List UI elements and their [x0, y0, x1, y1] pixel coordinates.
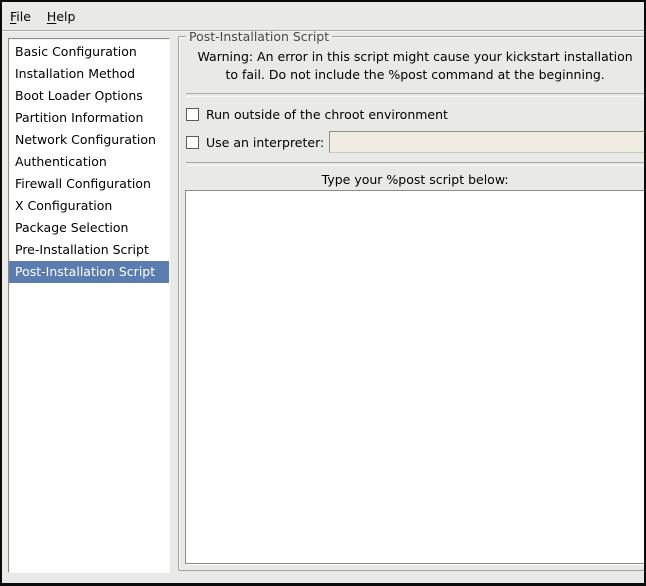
warning-line-2: to fail. Do not include the %post comman…: [185, 66, 645, 84]
interpreter-entry[interactable]: [329, 131, 645, 153]
sidebar-item-pre-installation-script[interactable]: Pre-Installation Script: [9, 239, 169, 261]
menu-help[interactable]: Help: [39, 4, 84, 29]
interpreter-checkbox-row[interactable]: Use an interpreter:: [186, 131, 645, 153]
frame-title: Post-Installation Script: [186, 29, 332, 44]
sidebar-item-post-installation-script[interactable]: Post-Installation Script: [9, 261, 169, 283]
menu-help-label: elp: [56, 9, 75, 24]
separator: [186, 162, 644, 166]
sidebar-list: Basic ConfigurationInstallation MethodBo…: [8, 38, 170, 573]
sidebar-item-installation-method[interactable]: Installation Method: [9, 63, 169, 85]
sidebar-item-authentication[interactable]: Authentication: [9, 151, 169, 173]
chroot-checkbox-label: Run outside of the chroot environment: [206, 107, 448, 122]
post-installation-frame: Post-Installation Script Warning: An err…: [178, 29, 646, 571]
sidebar-item-network-configuration[interactable]: Network Configuration: [9, 129, 169, 151]
menu-file[interactable]: File: [2, 4, 39, 29]
post-script-textarea[interactable]: [185, 190, 645, 564]
chroot-checkbox-row[interactable]: Run outside of the chroot environment: [186, 103, 645, 125]
interpreter-checkbox-label: Use an interpreter:: [206, 135, 324, 150]
menubar: File Help: [2, 2, 644, 31]
kickstart-configurator-window: File Help Basic ConfigurationInstallatio…: [0, 0, 646, 586]
chroot-checkbox[interactable]: [186, 108, 199, 121]
menu-file-label: ile: [16, 9, 31, 24]
sidebar-item-partition-information[interactable]: Partition Information: [9, 107, 169, 129]
sidebar-item-package-selection[interactable]: Package Selection: [9, 217, 169, 239]
sidebar-item-basic-configuration[interactable]: Basic Configuration: [9, 41, 169, 63]
sidebar-item-firewall-configuration[interactable]: Firewall Configuration: [9, 173, 169, 195]
menu-help-mnemonic: H: [47, 9, 56, 24]
separator: [186, 93, 644, 97]
sidebar-item-x-configuration[interactable]: X Configuration: [9, 195, 169, 217]
sidebar-item-boot-loader-options[interactable]: Boot Loader Options: [9, 85, 169, 107]
warning-line-1: Warning: An error in this script might c…: [185, 48, 645, 66]
script-instruction-label: Type your %post script below:: [185, 172, 645, 187]
warning-label: Warning: An error in this script might c…: [185, 48, 645, 84]
interpreter-checkbox[interactable]: [186, 136, 199, 149]
